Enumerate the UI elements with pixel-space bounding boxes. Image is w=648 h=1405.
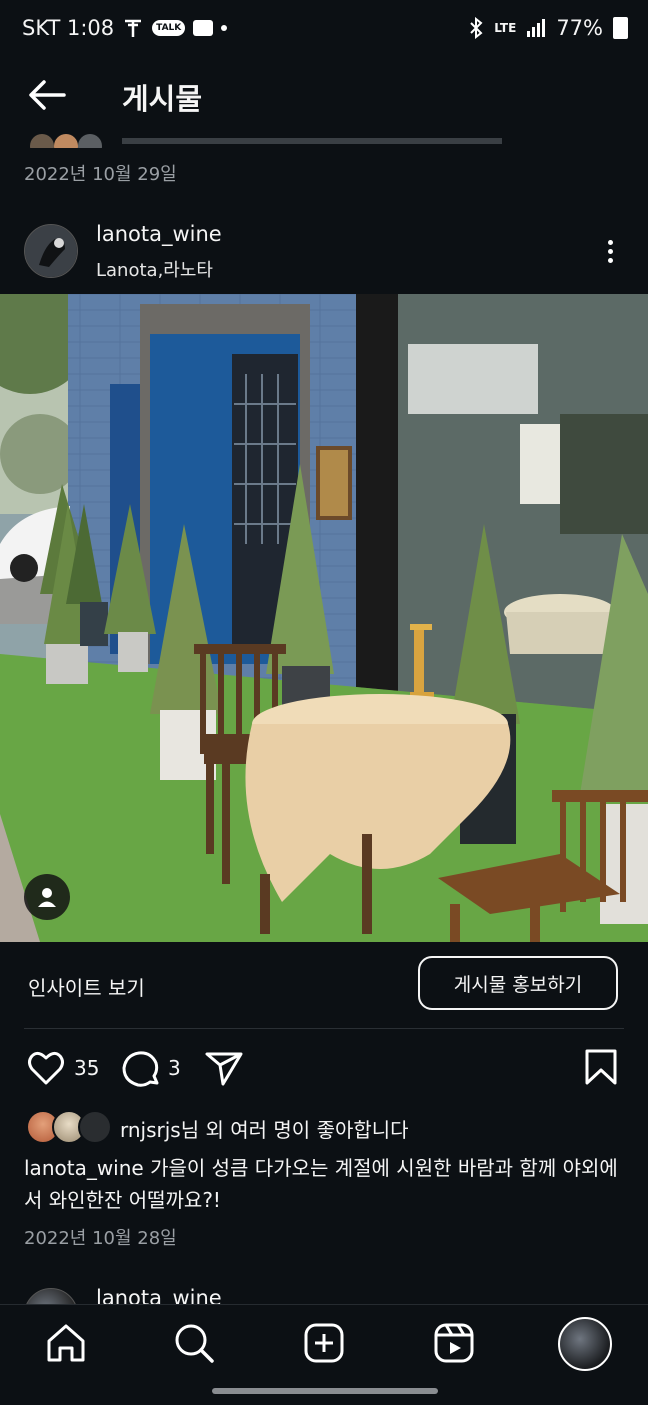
dot-icon [221,25,228,31]
comment-count[interactable]: 3 [168,1056,181,1080]
battery-icon [613,17,628,39]
bookmark-icon[interactable] [584,1048,618,1086]
send-icon[interactable] [204,1048,244,1088]
previous-post-caption-fragment [22,128,502,148]
divider [24,1028,624,1029]
post-date: 2022년 10월 28일 [24,1228,177,1249]
t-icon [122,17,144,39]
likes-summary[interactable]: rnjsrjs님 외 여러 명이 좋아합니다 [120,1114,409,1143]
signal-icon [526,19,546,37]
previous-post-date: 2022년 10월 29일 [24,164,177,185]
top-app-bar: 게시물 [0,60,648,130]
promote-post-button[interactable]: 게시물 홍보하기 [418,956,618,1010]
avatar[interactable] [24,224,78,278]
page-title: 게시물 [122,82,203,116]
message-icon [193,20,214,36]
carrier-time: SKT 1:08 [22,16,115,40]
gesture-bar[interactable] [212,1388,438,1394]
like-count[interactable]: 35 [74,1056,99,1080]
network-label: LTE [494,21,517,35]
create-icon[interactable] [302,1321,346,1365]
bluetooth-icon [468,17,484,39]
avatar [78,1110,112,1144]
likes-user[interactable]: rnjsrjs [120,1118,181,1142]
post-username[interactable]: lanota_wine [96,222,222,246]
person-icon [38,888,56,907]
comment-icon[interactable] [120,1048,162,1090]
arrow-left-icon[interactable] [26,78,68,112]
likers-avatars[interactable] [26,1110,112,1144]
home-icon[interactable] [44,1321,88,1365]
tagged-people-button[interactable] [24,874,70,920]
caption-username[interactable]: lanota_wine [24,1156,144,1180]
status-bar: SKT 1:08 TALK LTE 77% [0,0,648,60]
view-insights-link[interactable]: 인사이트 보기 [28,972,145,1001]
battery-percent: 77% [556,16,603,40]
likes-suffix: 님 외 여러 명이 좋아합니다 [180,1118,409,1142]
post-location[interactable]: Lanota,라노타 [96,256,213,282]
kakaotalk-icon: TALK [152,20,186,36]
post-photo[interactable] [0,294,648,942]
post-caption: lanota_wine 가을이 성큼 다가오는 계절에 시원한 바람과 함께 야… [24,1152,624,1216]
reels-icon[interactable] [432,1321,476,1365]
heart-icon[interactable] [26,1048,66,1088]
more-options-icon[interactable] [600,236,620,268]
search-icon[interactable] [172,1321,216,1365]
profile-icon[interactable] [558,1317,612,1371]
